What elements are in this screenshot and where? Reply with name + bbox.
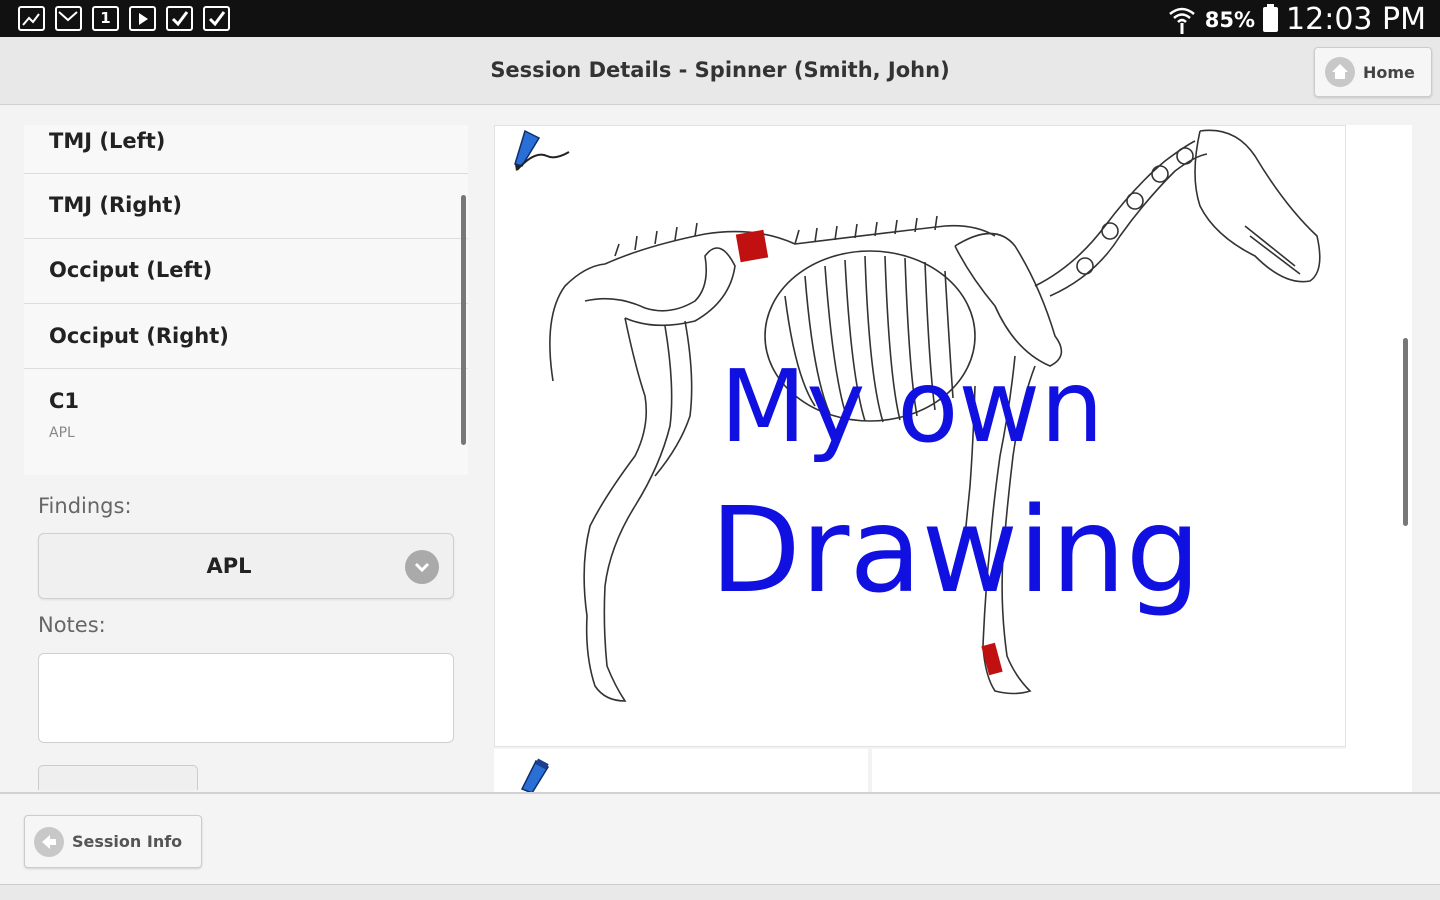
notification-icons: 1 [18,6,230,31]
session-info-label: Session Info [72,832,183,851]
notes-label: Notes: [38,613,106,637]
list-item-label: TMJ (Right) [49,193,182,217]
check-bag-icon [166,6,193,31]
action-bar: Session Details - Spinner (Smith, John) … [0,37,1440,105]
calendar-day: 1 [100,9,111,27]
gallery-icon [18,6,45,31]
clock: 12:03 PM [1286,2,1426,37]
list-item-label: TMJ (Left) [49,129,166,153]
notes-field[interactable] [38,653,454,743]
handwriting-line1: My own [720,348,1104,465]
calendar-icon: 1 [92,6,119,31]
wifi-icon [1168,7,1195,34]
list-item-finding: APL [49,425,75,441]
list-item[interactable]: TMJ (Left) [24,125,468,174]
list-item[interactable]: Occiput (Right) [24,304,468,369]
list-item-label: Occiput (Right) [49,324,229,348]
status-bar: 1 85% 12:03 PM [0,0,1440,37]
home-button[interactable]: Home [1314,47,1432,97]
marker-spine [735,229,769,263]
battery-percent: 85% [1204,7,1256,32]
pencil-icon[interactable] [514,129,570,171]
session-info-button[interactable]: Session Info [24,815,202,868]
check-bag-icon [203,6,230,31]
left-panel: TMJ (Left) TMJ (Right) Occiput (Left) Oc… [22,125,470,790]
pencil-icon [520,758,550,793]
list-item[interactable]: Occiput (Left) [24,239,468,304]
findings-label: Findings: [38,494,132,518]
list-scrollbar[interactable] [461,195,466,445]
back-arrow-icon [34,826,64,857]
bottom-edge [0,884,1440,900]
cancel-button[interactable] [38,765,198,790]
battery-icon [1263,4,1279,32]
next-drawing-card[interactable] [872,749,1412,793]
handwriting-line2: Drawing [710,481,1201,619]
page-title: Session Details - Spinner (Smith, John) [490,58,950,82]
content-scrollbar[interactable] [1403,338,1408,526]
body-region-list[interactable]: TMJ (Left) TMJ (Right) Occiput (Left) Oc… [24,125,468,475]
findings-select[interactable]: APL [38,533,454,599]
drawing-canvas[interactable]: My own Drawing [494,125,1346,747]
list-item[interactable]: C1 APL [24,369,468,475]
next-drawing-card[interactable] [494,749,868,793]
list-item[interactable]: TMJ (Right) [24,174,468,239]
list-item-label: C1 [49,389,80,413]
home-icon [1325,57,1355,87]
handwriting: My own Drawing [710,348,1201,619]
gmail-icon [55,6,82,31]
system-status: 85% 12:03 PM [1167,2,1426,37]
findings-value: APL [206,554,252,578]
list-item-label: Occiput (Left) [49,258,213,282]
horse-skeleton-drawing: My own Drawing [514,129,1321,702]
footer-bar: Session Info [0,792,1440,886]
play-store-icon [129,6,156,31]
home-label: Home [1363,62,1415,82]
chevron-down-icon [405,550,439,584]
